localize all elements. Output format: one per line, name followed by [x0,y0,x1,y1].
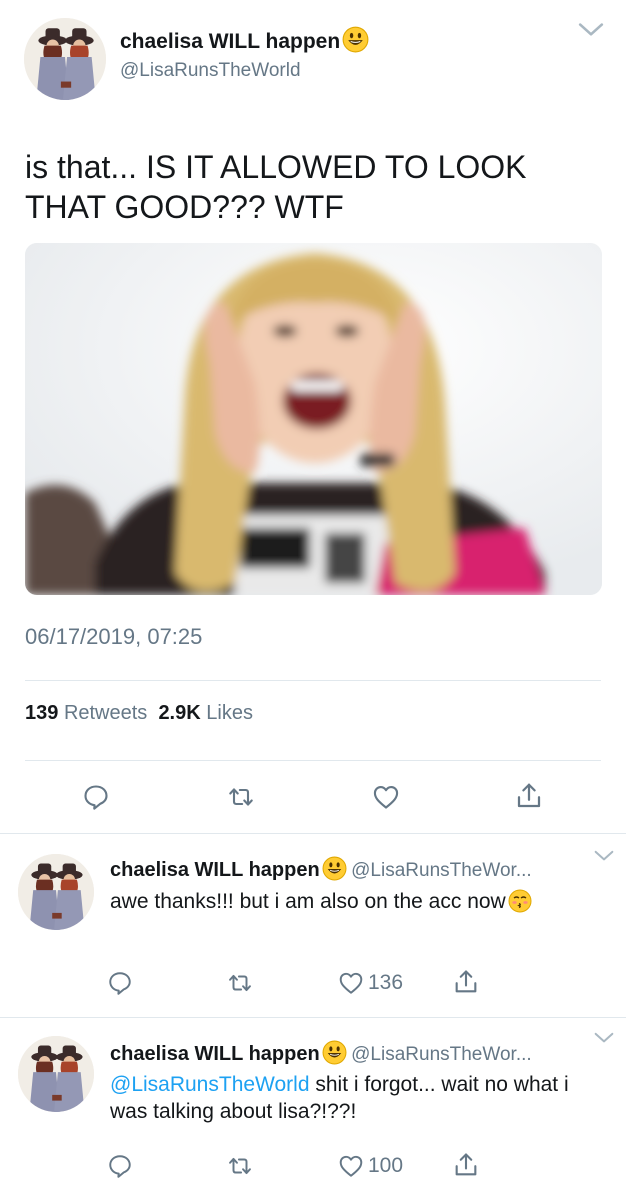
reply-icon [107,970,133,996]
user-handle[interactable]: @LisaRunsTheWorld [120,60,301,82]
chevron-down-icon[interactable] [578,22,604,38]
like-button[interactable]: 136 [338,970,403,996]
reply-icon [82,783,110,811]
reply-header: chaelisa WILL happen @LisaRunsTheWor... [110,1040,532,1066]
avatar[interactable] [24,18,106,100]
grinning-emoji-icon [322,856,347,881]
likes-label: Likes [206,702,253,724]
heart-icon [338,970,364,996]
avatar[interactable] [18,854,94,930]
like-count: 100 [368,1154,404,1177]
like-count: 136 [368,971,404,994]
reply-text: awe thanks!!! but i am also on the acc n… [110,888,600,915]
reply-button[interactable] [82,783,110,811]
like-button[interactable]: 100 [338,1153,403,1179]
divider [25,760,601,761]
chevron-down-icon[interactable] [594,1032,614,1044]
share-button[interactable] [452,968,480,996]
reply-text: @LisaRunsTheWorld shit i forgot... wait … [110,1071,600,1125]
retweets-label: Retweets [63,702,148,724]
reply-text-content: awe thanks!!! but i am also on the acc n… [110,890,506,913]
display-name-text: chaelisa WILL happen [120,30,341,53]
display-name[interactable]: chaelisa WILL happen [110,1043,320,1065]
retweet-icon [226,1153,254,1179]
chevron-down-icon[interactable] [594,850,614,862]
user-handle[interactable]: @LisaRunsTheWor... [351,860,532,881]
kissing-emoji-icon [508,889,532,913]
reply-icon [107,1153,133,1179]
retweet-icon [226,783,256,811]
reply-header: chaelisa WILL happen @LisaRunsTheWor... [110,856,532,882]
heart-icon [372,783,400,811]
reply-button[interactable] [107,1153,133,1179]
share-button[interactable] [452,1151,480,1179]
divider [25,680,601,681]
retweet-button[interactable] [226,1153,254,1179]
user-handle[interactable]: @LisaRunsTheWor... [351,1044,532,1065]
tweet-stats: 139 Retweets 2.9K Likes [25,702,253,725]
display-name[interactable]: chaelisa WILL happen [120,26,369,54]
like-button[interactable] [372,783,400,811]
grinning-emoji-icon [322,1040,347,1065]
divider [0,1017,626,1018]
retweet-button[interactable] [226,783,256,811]
retweet-icon [226,970,254,996]
divider [0,833,626,834]
photo-image [25,243,602,595]
share-icon [514,781,544,811]
heart-icon [338,1153,364,1179]
retweets-count: 139 [25,702,59,724]
retweet-button[interactable] [226,970,254,996]
share-icon [452,1151,480,1179]
avatar[interactable] [18,1036,94,1112]
share-icon [452,968,480,996]
mention-link[interactable]: @LisaRunsTheWorld [110,1073,310,1096]
display-name[interactable]: chaelisa WILL happen [110,859,320,881]
reply-button[interactable] [107,970,133,996]
grinning-emoji-icon [342,26,369,53]
tweet-timestamp: 06/17/2019, 07:25 [25,624,203,649]
share-button[interactable] [514,781,544,811]
likes-count: 2.9K [158,702,201,724]
likes-stat[interactable]: 2.9K Likes [158,702,253,724]
tweet-text: is that... IS IT ALLOWED TO LOOK THAT GO… [25,149,527,225]
retweets-stat[interactable]: 139 Retweets [25,702,147,724]
tweet-photo[interactable] [25,243,602,595]
